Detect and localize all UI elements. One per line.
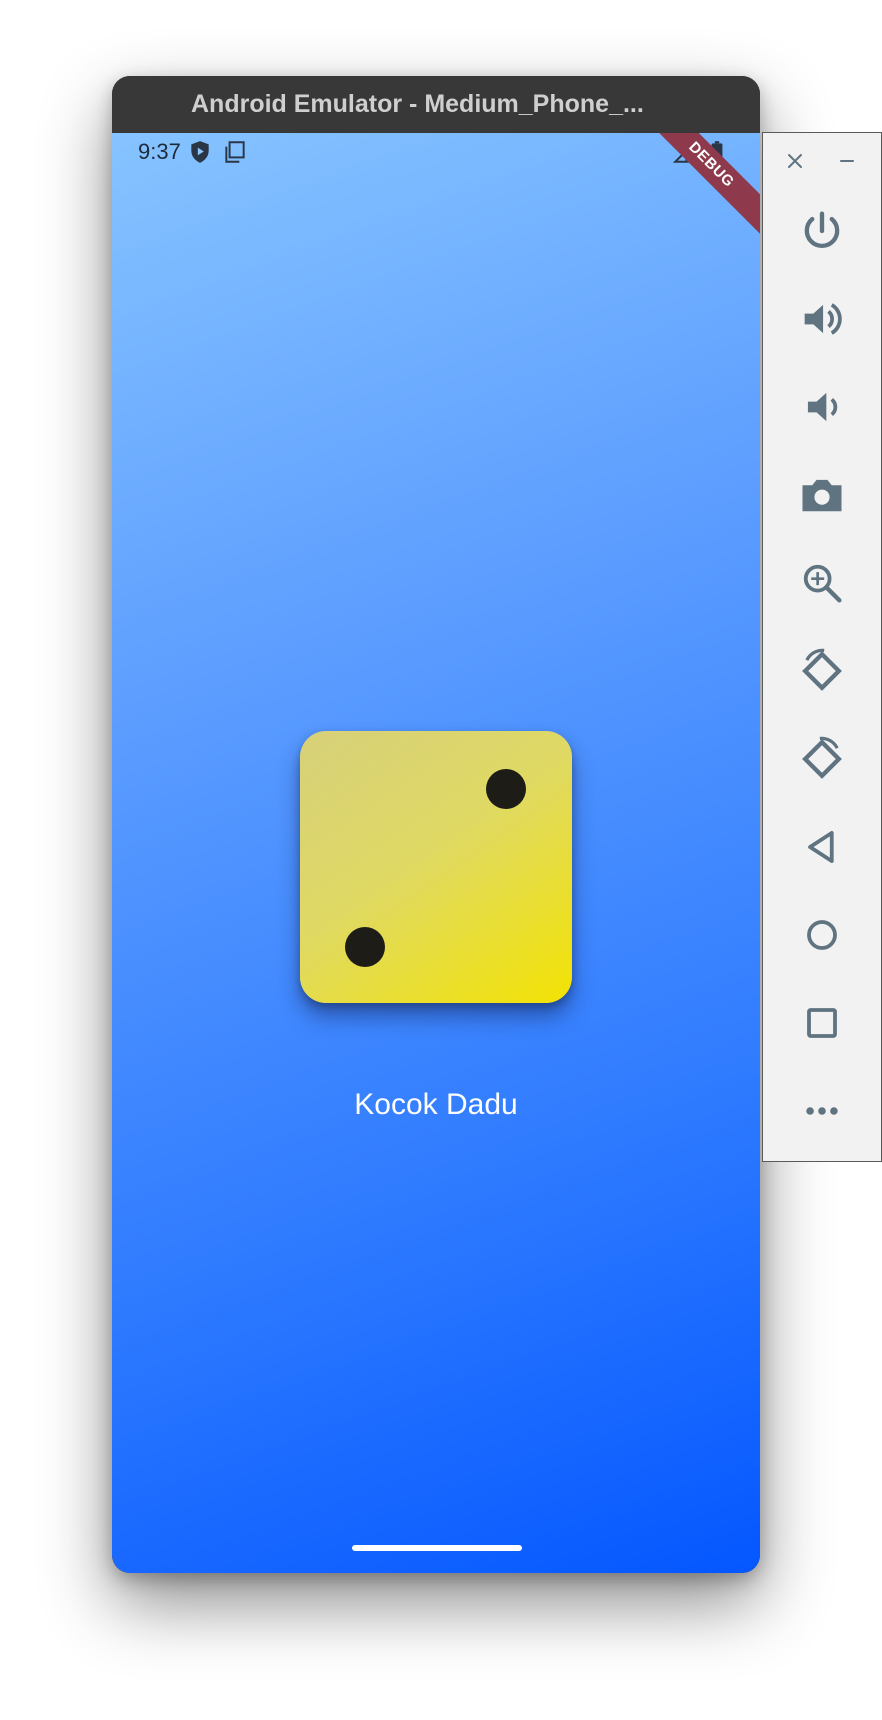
home-button[interactable] [796, 909, 848, 961]
back-triangle-icon [808, 831, 834, 863]
minimize-icon[interactable] [835, 149, 859, 173]
power-icon [804, 211, 840, 248]
emulator-window: Android Emulator - Medium_Phone_... 9:37… [112, 76, 760, 1573]
close-icon[interactable] [783, 149, 807, 173]
overview-button[interactable] [796, 997, 848, 1049]
home-circle-icon [807, 920, 837, 950]
panel-window-controls [763, 133, 882, 189]
zoom-in-icon [803, 564, 842, 603]
rotate-left-button[interactable] [796, 645, 848, 697]
device-screen[interactable]: 9:37 DEBUG Kocok Dadu [112, 133, 760, 1573]
window-titlebar[interactable]: Android Emulator - Medium_Phone_... [112, 76, 760, 133]
overview-square-icon [807, 1008, 837, 1038]
dice-pip-top-right [486, 769, 526, 809]
volume-up-icon [804, 303, 842, 335]
rotate-right-icon [802, 736, 842, 779]
dice-pip-bottom-left [345, 927, 385, 967]
debug-banner: DEBUG [633, 133, 760, 243]
screenshot-button[interactable] [796, 469, 848, 521]
status-bar: 9:37 DEBUG [112, 133, 760, 243]
more-dots-icon [806, 1107, 838, 1115]
volume-down-icon [807, 392, 838, 422]
back-button[interactable] [796, 821, 848, 873]
roll-dice-label[interactable]: Kocok Dadu [112, 1088, 760, 1122]
shield-play-icon [191, 141, 209, 163]
volume-up-button[interactable] [796, 293, 848, 345]
rotate-left-icon [802, 648, 842, 691]
copy-icon [225, 141, 245, 163]
emulator-side-panel [762, 132, 882, 1162]
zoom-button[interactable] [796, 557, 848, 609]
window-title: Android Emulator - Medium_Phone_... [191, 90, 644, 118]
status-time: 9:37 [138, 139, 181, 164]
home-indicator[interactable] [352, 1545, 522, 1551]
dice-face-two[interactable] [300, 731, 572, 1003]
power-button[interactable] [796, 205, 848, 257]
more-button[interactable] [796, 1085, 848, 1137]
volume-down-button[interactable] [796, 381, 848, 433]
rotate-right-button[interactable] [796, 733, 848, 785]
camera-icon [802, 479, 842, 512]
